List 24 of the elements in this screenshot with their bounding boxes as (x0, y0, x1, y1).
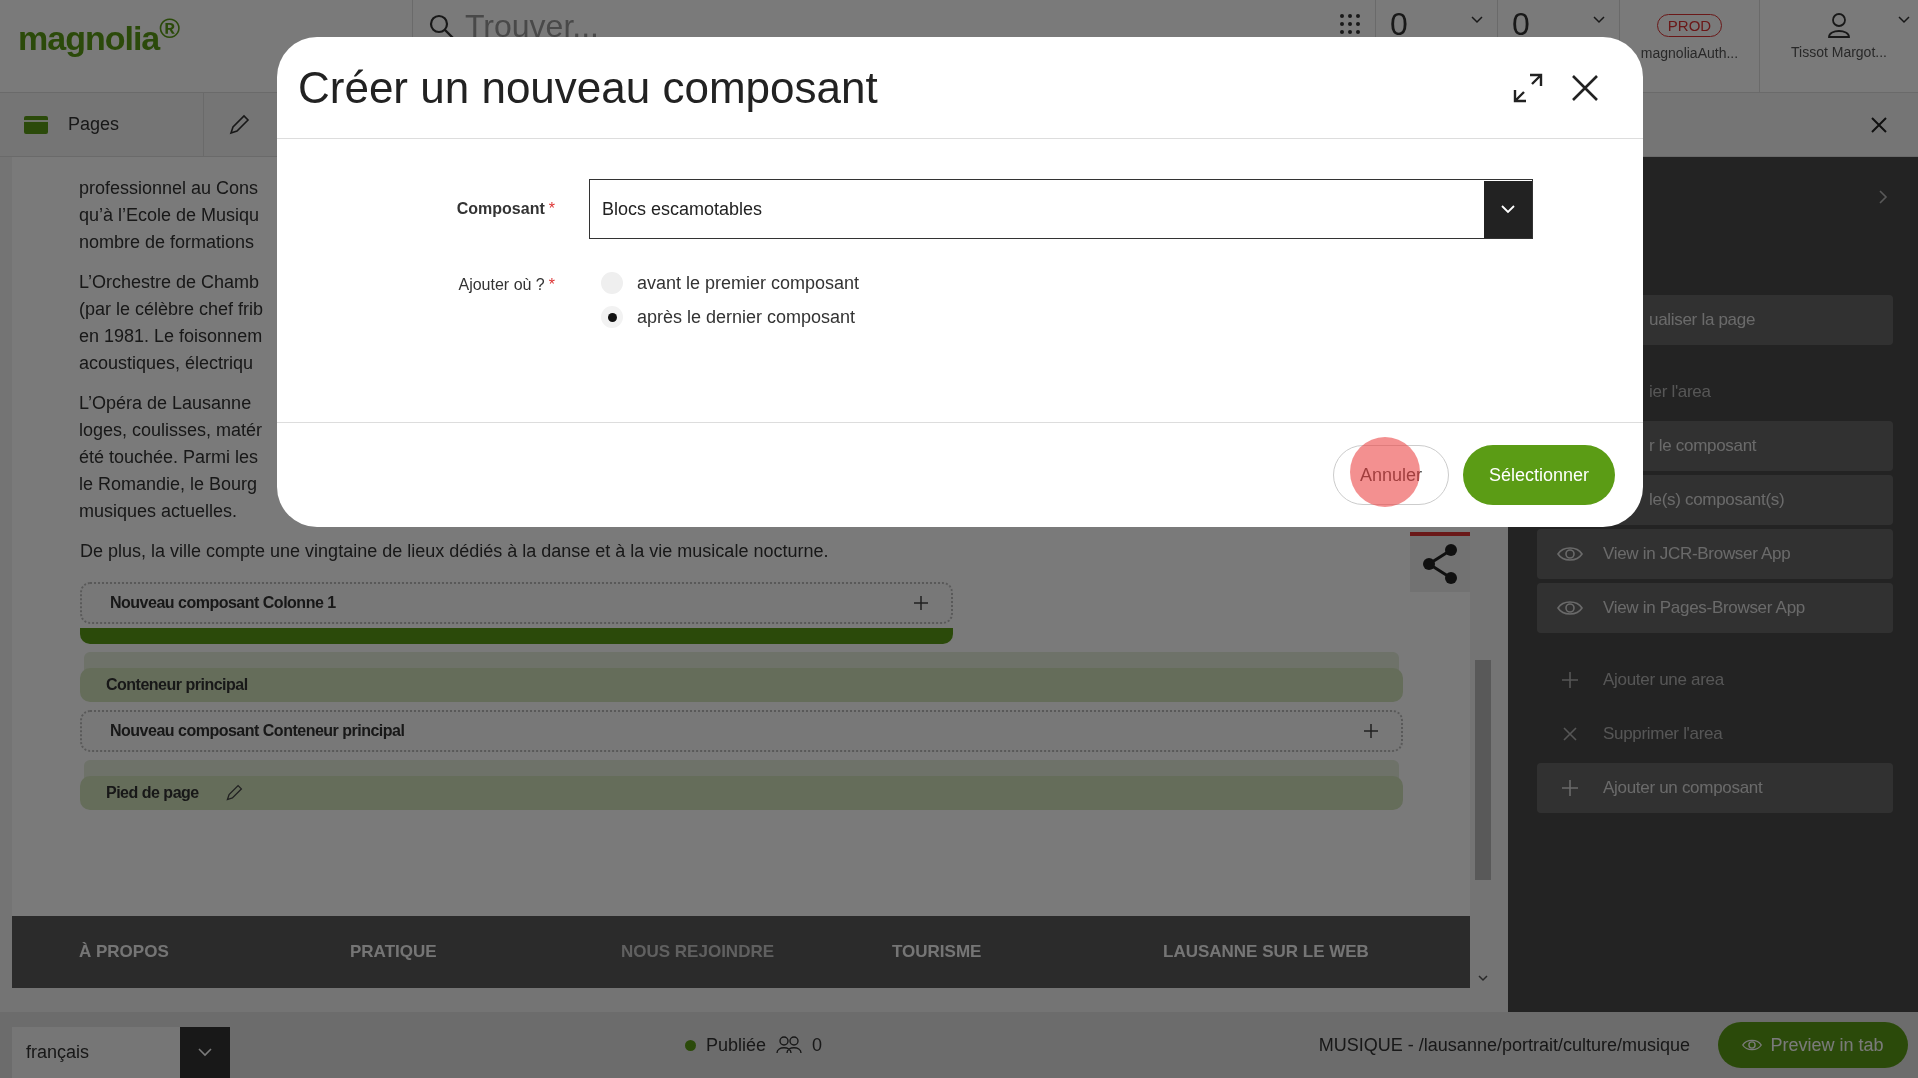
publication-status: Publiée (706, 1034, 767, 1056)
paragraph-line: L’Opéra de Lausanne (79, 392, 252, 415)
paragraph-line: été touchée. Parmi les (79, 446, 259, 469)
field-label: Composant (456, 200, 545, 218)
paragraph-line: professionnel au Cons (79, 177, 259, 200)
area-label: Conteneur principal (106, 676, 248, 694)
paragraph-line: nombre de formations (79, 231, 255, 254)
user-count: 0 (812, 1034, 823, 1056)
paragraph-line: en 1981. Le foisonnem (79, 325, 263, 348)
paragraph-line: L’Orchestre de Chamb (79, 271, 260, 294)
page-path: MUSIQUE - /lausanne/portrait/culture/musique (1318, 1034, 1690, 1056)
paragraph-line: le Romandie, le Bourg (79, 473, 258, 496)
dialog-title: Créer un nouveau composant (298, 62, 879, 113)
paragraph-line: (par le célèbre chef frib (79, 298, 264, 321)
paragraph: De plus, la ville compte une vingtaine de lieux dédiés à la danse et à la vie musicale nocturne. (80, 540, 830, 563)
area-label: Pied de page (106, 784, 199, 802)
required-mark: * (548, 200, 555, 218)
instance-name: magnoliaAuth... (1640, 45, 1739, 61)
required-mark: * (548, 276, 555, 294)
paragraph-line: loges, coulisses, matér (79, 419, 263, 442)
paragraph-line: musiques actuelles. (79, 500, 238, 523)
field-label: Ajouter où ? (458, 276, 545, 294)
paragraph-line: acoustiques, électriqu (79, 352, 254, 375)
paragraph-line: qu’à l’Ecole de Musiqu (79, 204, 260, 227)
